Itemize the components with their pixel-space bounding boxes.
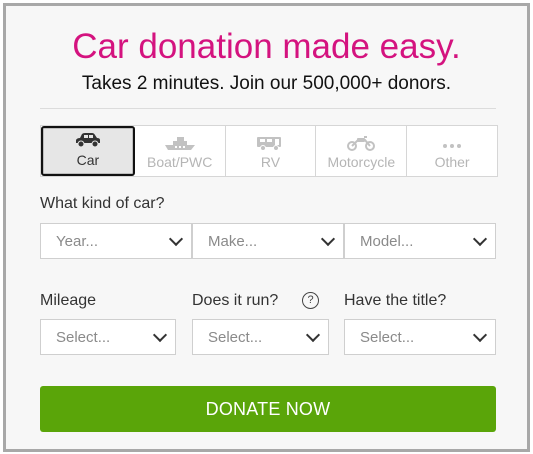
page-subtitle: Takes 2 minutes. Join our 500,000+ donor… <box>81 73 452 94</box>
model-select[interactable]: Model... <box>344 223 496 259</box>
runs-select[interactable]: Select... <box>192 319 329 355</box>
vehicle-type-label: Car <box>76 152 100 168</box>
chevron-down-icon <box>305 327 321 343</box>
vehicle-type-car[interactable]: Car <box>41 126 135 176</box>
vehicle-type-rv[interactable]: RV <box>226 126 317 176</box>
title-select[interactable]: Select... <box>344 319 496 355</box>
vehicle-type-selector: Car Boat/PWC RV Motorcycle Other <box>40 125 498 177</box>
runs-select-value: Select... <box>208 328 263 346</box>
vehicle-type-other[interactable]: Other <box>407 126 497 176</box>
mileage-label: Mileage <box>40 292 97 309</box>
title-select-value: Select... <box>360 328 415 346</box>
vehicle-type-label: Motorcycle <box>327 154 396 170</box>
chevron-down-icon <box>168 231 184 247</box>
motorcycle-icon <box>347 136 376 151</box>
boat-icon <box>164 137 195 150</box>
year-select[interactable]: Year... <box>40 223 192 259</box>
vehicle-type-motorcycle[interactable]: Motorcycle <box>316 126 408 176</box>
more-dots-icon <box>443 144 462 148</box>
runs-label: Does it run? <box>192 292 279 309</box>
model-select-value: Model... <box>360 232 414 250</box>
chevron-down-icon <box>320 231 336 247</box>
donation-form-card: Car donation made easy. Takes 2 minutes.… <box>3 3 530 452</box>
chevron-down-icon <box>472 231 488 247</box>
help-icon[interactable]: ? <box>302 292 319 309</box>
donate-now-button[interactable]: DONATE NOW <box>40 386 496 432</box>
vehicle-type-boat[interactable]: Boat/PWC <box>135 126 226 176</box>
vehicle-type-label: RV <box>260 154 281 170</box>
chevron-down-icon <box>152 327 168 343</box>
vehicle-type-label: Other <box>434 154 470 170</box>
year-select-value: Year... <box>56 232 98 250</box>
mileage-select[interactable]: Select... <box>40 319 176 355</box>
make-select-value: Make... <box>208 232 258 250</box>
car-icon <box>75 133 100 148</box>
page-title: Car donation made easy. <box>72 27 461 66</box>
mileage-select-value: Select... <box>56 328 111 346</box>
vehicle-type-label: Boat/PWC <box>147 154 213 170</box>
chevron-down-icon <box>472 327 488 343</box>
make-select[interactable]: Make... <box>192 223 344 259</box>
title-label: Have the title? <box>344 292 447 309</box>
car-kind-label: What kind of car? <box>40 195 165 212</box>
divider <box>40 108 496 109</box>
rv-icon <box>257 137 282 151</box>
